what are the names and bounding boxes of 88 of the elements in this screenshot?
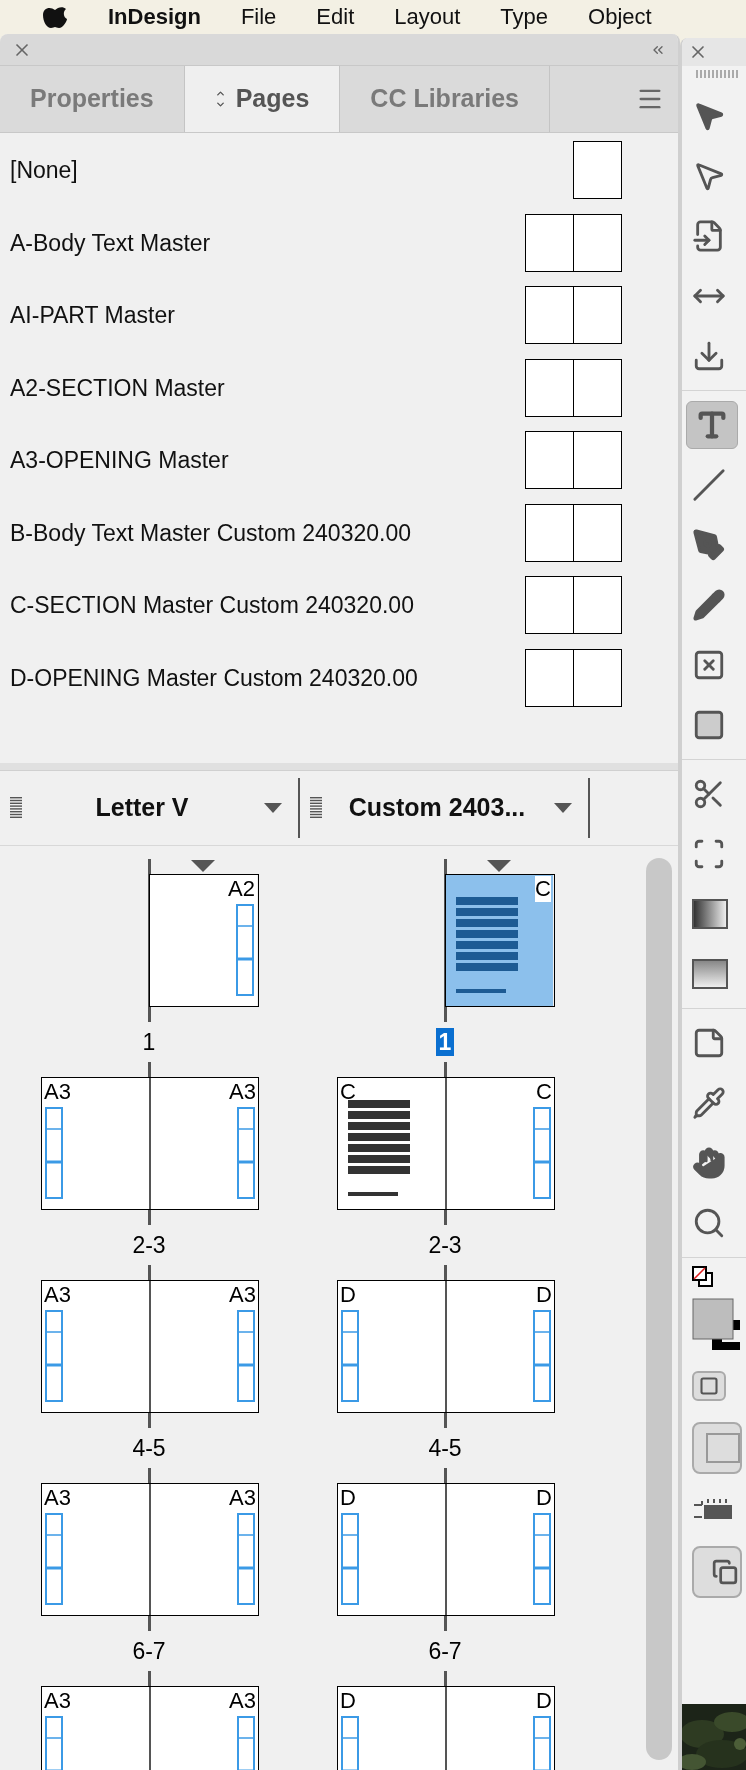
line-icon[interactable]	[692, 468, 726, 502]
master-prefix: C	[340, 1079, 356, 1105]
spread-thumbnail[interactable]: D D	[337, 1686, 555, 1770]
master-thumbnail[interactable]	[525, 431, 622, 490]
zoom-icon[interactable]	[692, 1206, 726, 1240]
overlap-icon	[712, 1559, 738, 1585]
master-prefix: C	[536, 1079, 552, 1105]
grip-handle-icon[interactable]	[10, 797, 22, 819]
master-thumbnail[interactable]	[525, 358, 622, 417]
master-prefix: D	[340, 1688, 356, 1714]
master-name[interactable]: [None]	[10, 153, 78, 188]
default-colors-icon[interactable]	[692, 1266, 714, 1288]
page-size-dropdown[interactable]: Custom 2403...	[334, 789, 572, 827]
master-prefix: A3	[229, 1079, 256, 1105]
spread-thumbnail[interactable]: A3 A3	[41, 1686, 259, 1770]
collector-icon[interactable]	[692, 339, 726, 373]
master-prefix: A3	[229, 1688, 256, 1714]
sort-icon	[214, 88, 226, 110]
caret-icon	[554, 803, 572, 813]
gradient-icon[interactable]	[692, 899, 728, 929]
spread-thumbnail[interactable]: A3 A3	[41, 1077, 259, 1210]
scrollbar[interactable]	[646, 858, 672, 1760]
pencil-icon[interactable]	[692, 588, 726, 622]
master-prefix: D	[340, 1485, 356, 1511]
note-icon[interactable]	[692, 1026, 726, 1060]
master-prefix: D	[340, 1282, 356, 1308]
menu-item[interactable]: Layout	[394, 4, 461, 30]
fill-stroke-icon[interactable]	[692, 1298, 740, 1350]
page-size-dropdown[interactable]: Letter V	[34, 789, 282, 827]
master-prefix: A3	[229, 1282, 256, 1308]
gradient-feather-icon[interactable]	[692, 959, 728, 989]
master-thumbnail[interactable]	[573, 141, 622, 200]
spread-thumbnail[interactable]: D D	[337, 1280, 555, 1413]
square-icon	[699, 1376, 719, 1396]
master-thumbnail[interactable]	[525, 286, 622, 345]
master-name[interactable]: B-Body Text Master Custom 240320.00	[10, 515, 411, 550]
frame-icon[interactable]	[692, 648, 726, 682]
menu-item[interactable]: File	[240, 4, 277, 30]
format-container-button[interactable]	[692, 1371, 726, 1401]
master-prefix: A3	[44, 1688, 71, 1714]
apple-logo-icon[interactable]	[42, 6, 68, 28]
master-name[interactable]: A2-SECTION Master	[10, 370, 225, 405]
hand-icon[interactable]	[692, 1146, 726, 1180]
spread-thumbnail[interactable]: A3 A3	[41, 1280, 259, 1413]
page-number: 1	[435, 1028, 455, 1056]
menu-item[interactable]: Edit	[316, 4, 355, 30]
page-number: 6-7	[427, 1637, 463, 1665]
master-prefix: A3	[44, 1079, 71, 1105]
master-prefix: A3	[44, 1282, 71, 1308]
master-prefix: A3	[44, 1485, 71, 1511]
eyedropper-icon[interactable]	[692, 1086, 726, 1120]
page-number: 1	[141, 1028, 157, 1056]
master-prefix: D	[536, 1282, 552, 1308]
spread-thumbnail[interactable]: A3 A3	[41, 1483, 259, 1616]
master-thumbnail[interactable]	[525, 503, 622, 562]
caret-icon	[264, 803, 282, 813]
page-number: 4-5	[131, 1434, 167, 1462]
grip-handle-icon[interactable]	[696, 70, 740, 78]
pen-icon[interactable]	[692, 528, 726, 562]
master-name[interactable]: D-OPENING Master Custom 240320.00	[10, 660, 418, 695]
master-prefix: A2	[228, 876, 255, 902]
master-name[interactable]: A-Body Text Master	[10, 225, 211, 260]
master-prefix: C	[535, 876, 551, 902]
page-number: 2-3	[427, 1231, 463, 1259]
master-thumbnail[interactable]	[525, 213, 622, 272]
page-number: 6-7	[131, 1637, 167, 1665]
master-thumbnail[interactable]	[525, 648, 622, 707]
transform-icon[interactable]	[692, 837, 726, 871]
page-thumbnail[interactable]: C	[445, 874, 555, 1007]
screen-mode-button[interactable]	[692, 1546, 742, 1598]
rectangle-icon[interactable]	[692, 708, 726, 742]
master-name[interactable]: A3-OPENING Master	[10, 443, 229, 478]
master-thumbnail[interactable]	[525, 576, 622, 635]
page-number: 2-3	[131, 1231, 167, 1259]
master-name[interactable]: C-SECTION Master Custom 240320.00	[10, 588, 414, 623]
master-prefix: A3	[229, 1485, 256, 1511]
spread-thumbnail[interactable]: D D	[337, 1483, 555, 1616]
grip-handle-icon[interactable]	[310, 797, 322, 819]
spread-thumbnail[interactable]: C C	[337, 1077, 555, 1210]
page-number: 4-5	[427, 1434, 463, 1462]
master-prefix: D	[536, 1485, 552, 1511]
app-menu[interactable]: InDesign	[108, 4, 201, 30]
menu-item[interactable]: Object	[588, 4, 652, 30]
menu-item[interactable]: Type	[500, 4, 549, 30]
master-name[interactable]: AI-PART Master	[10, 298, 175, 333]
page-thumbnail[interactable]: A2	[149, 874, 259, 1007]
master-prefix: D	[536, 1688, 552, 1714]
panel-tab[interactable]: Pages	[184, 66, 341, 132]
